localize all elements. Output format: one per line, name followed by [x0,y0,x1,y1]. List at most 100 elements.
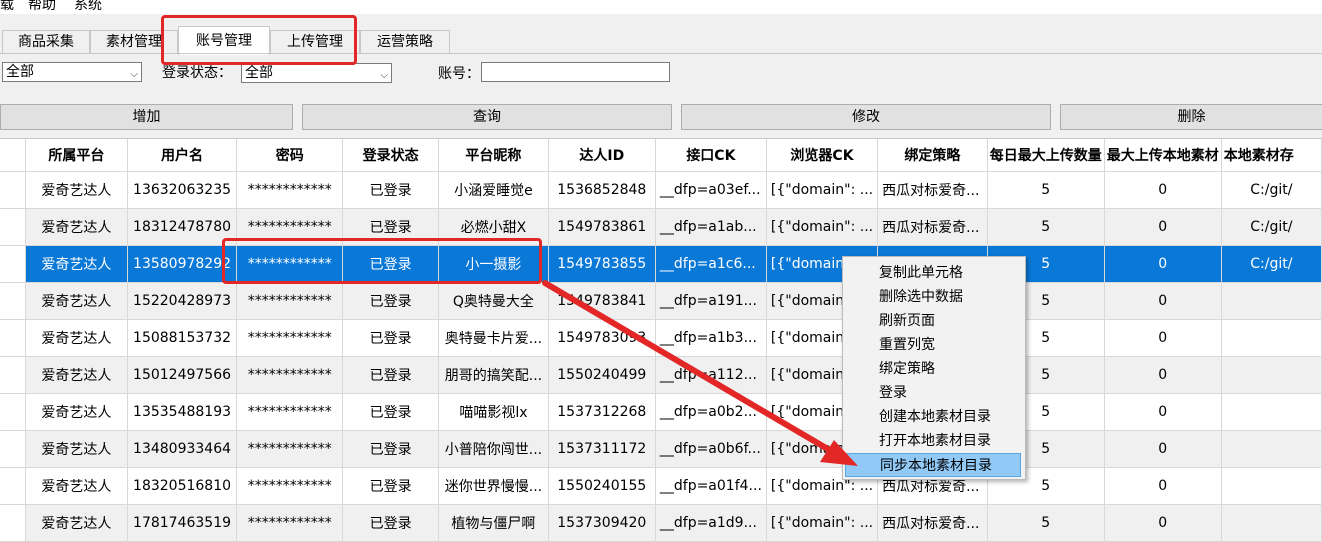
table-cell[interactable] [1221,467,1322,505]
table-cell[interactable]: 爱奇艺达人 [25,430,128,468]
table-cell[interactable]: 西瓜对标爱奇... [877,504,988,542]
tab-operation-strategy[interactable]: 运营策略 [360,30,450,53]
table-row[interactable]: 爱奇艺达人 15220428973 ************ 已登录 Q奥特曼大全 154… [0,282,1322,320]
table-cell[interactable]: 1537309420 [548,504,656,542]
table-cell[interactable]: __dfp=a1d9... [655,504,767,542]
table-cell[interactable]: C:/git/ [1221,171,1322,209]
table-cell[interactable]: ************ [236,504,344,542]
table-row[interactable]: 爱奇艺达人 13535488193 ************ 已登录 喵喵影视lx 153… [0,393,1322,431]
menu-item-help[interactable]: 帮助 [28,0,56,14]
table-cell[interactable]: 已登录 [342,467,440,505]
table-cell[interactable]: ************ [236,393,344,431]
table-cell[interactable]: [{"domain": ... [766,171,879,209]
table-cell[interactable]: 爱奇艺达人 [25,356,128,394]
table-cell[interactable]: C:/git/ [1221,245,1322,283]
row-header[interactable] [0,393,27,431]
column-header[interactable]: 接口CK [655,139,767,172]
table-row[interactable]: 爱奇艺达人 13480933464 ************ 已登录 小普陪你闯世...… [0,430,1322,468]
account-grid[interactable]: 所属平台 用户名 密码 登录状态 平台昵称 达人ID 接口CK 浏览器CK 绑定… [0,138,1322,542]
table-cell[interactable]: 爱奇艺达人 [25,504,128,542]
table-cell[interactable]: ************ [236,467,344,505]
table-cell[interactable]: __dfp=a0b6f... [655,430,767,468]
table-cell[interactable]: 13580978292 [127,245,238,283]
column-header[interactable]: 密码 [236,139,344,172]
table-cell[interactable]: ************ [236,430,344,468]
table-cell[interactable]: __dfp=a1b3... [655,319,767,357]
table-cell[interactable] [1221,319,1322,357]
table-cell[interactable]: 喵喵影视lx [438,393,549,431]
row-header[interactable] [0,245,27,283]
row-header[interactable] [0,208,27,246]
table-row[interactable]: 爱奇艺达人 15012497566 ************ 已登录 朋哥的搞笑配...… [0,356,1322,394]
table-cell[interactable]: 已登录 [342,504,440,542]
table-cell[interactable]: 爱奇艺达人 [25,171,128,209]
table-row[interactable]: 爱奇艺达人 18312478780 ************ 已登录 必燃小甜X 1549… [0,208,1322,246]
table-cell[interactable]: 18320516810 [127,467,238,505]
tab-product-collect[interactable]: 商品采集 [2,30,90,53]
table-cell[interactable]: __dfp=a191... [655,282,767,320]
column-header[interactable]: 绑定策略 [877,139,988,172]
table-cell[interactable]: 1537312268 [548,393,656,431]
row-header[interactable] [0,171,27,209]
table-cell[interactable]: 0 [1104,393,1222,431]
table-cell[interactable]: 爱奇艺达人 [25,208,128,246]
table-row[interactable]: 爱奇艺达人 17817463519 ************ 已登录 植物与僵尸啊 153… [0,504,1322,542]
table-cell[interactable]: 小普陪你闯世... [438,430,549,468]
table-cell[interactable]: 1549783841 [548,282,656,320]
table-cell[interactable]: 15012497566 [127,356,238,394]
row-header[interactable] [0,356,27,394]
row-header[interactable] [0,282,27,320]
table-cell[interactable]: __dfp=a01f4... [655,467,767,505]
table-row[interactable]: 爱奇艺达人 13632063235 ************ 已登录 小涵爱睡觉e 153… [0,171,1322,209]
table-cell[interactable]: 5 [987,208,1105,246]
table-cell[interactable]: 13632063235 [127,171,238,209]
column-header[interactable]: 本地素材存 [1221,139,1322,172]
table-cell[interactable]: 0 [1104,319,1222,357]
table-cell[interactable]: 已登录 [342,356,440,394]
table-cell[interactable] [1221,356,1322,394]
table-row[interactable]: 爱奇艺达人 18320516810 ************ 已登录 迷你世界慢慢...… [0,467,1322,505]
menu-item-reset-column-width[interactable]: 重置列宽 [845,333,1021,357]
table-row[interactable]: 爱奇艺达人 15088153732 ************ 已登录 奥特曼卡片爱...… [0,319,1322,357]
table-cell[interactable]: __dfp=a1c6... [655,245,767,283]
login-state-select[interactable]: 全部 ⌵ [241,63,392,83]
table-cell[interactable] [1221,430,1322,468]
table-cell[interactable]: 1537311172 [548,430,656,468]
menu-item-bind-strategy[interactable]: 绑定策略 [845,357,1021,381]
table-cell[interactable]: 爱奇艺达人 [25,393,128,431]
table-cell[interactable]: 已登录 [342,393,440,431]
table-cell[interactable]: 0 [1104,171,1222,209]
menu-item-create-local-dir[interactable]: 创建本地素材目录 [845,405,1021,429]
column-header[interactable]: 每日最大上传数量 [987,139,1105,172]
table-cell[interactable]: __dfp=a1ab... [655,208,767,246]
table-cell[interactable]: __dfp=a0b2... [655,393,767,431]
column-header[interactable]: 平台昵称 [438,139,549,172]
modify-button[interactable]: 修改 [681,104,1051,130]
table-cell[interactable]: [{"domain": ... [766,208,879,246]
row-header[interactable] [0,430,27,468]
table-cell[interactable]: 已登录 [342,319,440,357]
menu-item-refresh-page[interactable]: 刷新页面 [845,309,1021,333]
add-button[interactable]: 增加 [0,104,293,130]
column-header[interactable]: 登录状态 [342,139,440,172]
table-cell[interactable]: 1536852848 [548,171,656,209]
table-cell[interactable]: ************ [236,356,344,394]
menu-item-system[interactable]: 系统 [74,0,102,14]
table-cell[interactable]: 1550240155 [548,467,656,505]
row-header[interactable] [0,504,27,542]
table-cell[interactable]: 13480933464 [127,430,238,468]
table-cell[interactable]: 1549783093 [548,319,656,357]
row-header[interactable] [0,467,27,505]
table-cell[interactable]: 西瓜对标爱奇... [877,208,988,246]
column-header[interactable]: 用户名 [127,139,238,172]
table-cell[interactable]: 爱奇艺达人 [25,282,128,320]
menu-item-login[interactable]: 登录 [845,381,1021,405]
table-cell[interactable]: 18312478780 [127,208,238,246]
table-cell[interactable]: 0 [1104,356,1222,394]
platform-select[interactable]: 全部 ⌵ [2,62,142,82]
table-cell[interactable]: ************ [236,319,344,357]
table-cell[interactable]: 1549783855 [548,245,656,283]
table-cell[interactable]: 已登录 [342,171,440,209]
menu-item-open-local-dir[interactable]: 打开本地素材目录 [845,429,1021,453]
account-input[interactable] [481,62,670,82]
